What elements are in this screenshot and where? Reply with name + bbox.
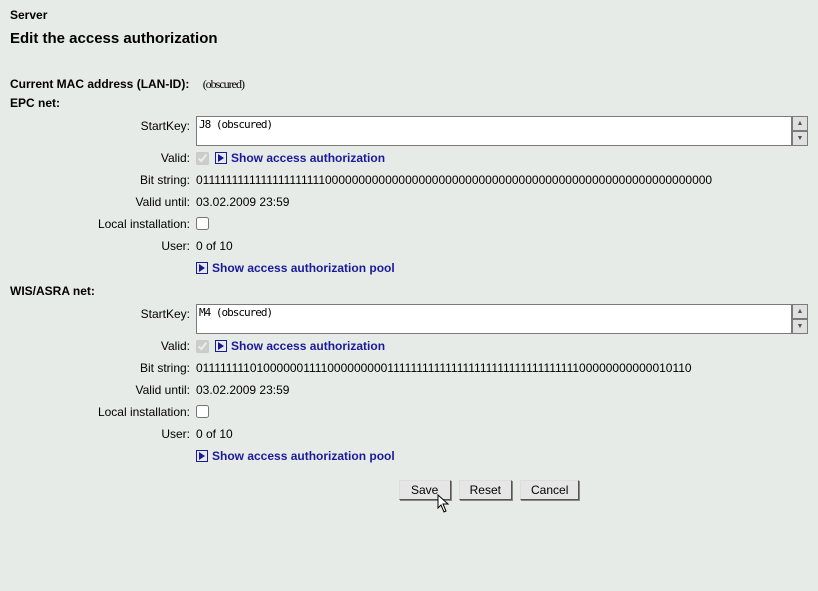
label-startkey-epc: StartKey: xyxy=(10,116,196,133)
epc-user: 0 of 10 xyxy=(196,236,808,253)
link-show-auth-wis[interactable]: Show access authorization xyxy=(215,339,385,353)
play-icon xyxy=(196,262,208,274)
wis-startkey-input[interactable] xyxy=(196,304,792,334)
label-validuntil-epc: Valid until: xyxy=(10,192,196,209)
page-title: Edit the access authorization xyxy=(10,30,808,47)
epc-localinstall-checkbox[interactable] xyxy=(196,217,209,230)
wis-valid-until: 03.02.2009 23:59 xyxy=(196,380,808,397)
play-icon xyxy=(196,450,208,462)
label-user-wis: User: xyxy=(10,424,196,441)
mac-line: Current MAC address (LAN-ID): (obscured) xyxy=(10,77,808,92)
epc-valid-until: 03.02.2009 23:59 xyxy=(196,192,808,209)
wis-startkey-spin[interactable]: ▲ ▼ xyxy=(792,304,808,334)
save-button[interactable]: Save xyxy=(399,480,451,500)
wis-valid-checkbox xyxy=(196,340,209,353)
label-user-epc: User: xyxy=(10,236,196,253)
link-show-pool-epc[interactable]: Show access authorization pool xyxy=(196,261,395,275)
label-startkey-wis: StartKey: xyxy=(10,304,196,321)
label-localinstall-epc: Local installation: xyxy=(10,214,196,231)
section-wis-head: WIS/ASRA net: xyxy=(10,284,808,298)
wis-bitstring: 0111111110100000011110000000001111111111… xyxy=(196,358,808,375)
link-show-pool-wis[interactable]: Show access authorization pool xyxy=(196,449,395,463)
epc-bitstring: 0111111111111111111111000000000000000000… xyxy=(196,170,808,187)
label-valid-wis: Valid: xyxy=(10,336,196,353)
spin-up-icon[interactable]: ▲ xyxy=(792,304,808,319)
link-show-auth-epc[interactable]: Show access authorization xyxy=(215,151,385,165)
spin-up-icon[interactable]: ▲ xyxy=(792,116,808,131)
wis-localinstall-checkbox[interactable] xyxy=(196,405,209,418)
header-server: Server xyxy=(10,8,808,22)
label-validuntil-wis: Valid until: xyxy=(10,380,196,397)
section-epc-head: EPC net: xyxy=(10,96,808,110)
play-icon xyxy=(215,152,227,164)
label-valid-epc: Valid: xyxy=(10,148,196,165)
spin-down-icon[interactable]: ▼ xyxy=(792,131,808,146)
label-bitstring-epc: Bit string: xyxy=(10,170,196,187)
play-icon xyxy=(215,340,227,352)
cancel-button[interactable]: Cancel xyxy=(520,480,579,500)
mac-value: (obscured) xyxy=(203,77,244,91)
wis-user: 0 of 10 xyxy=(196,424,808,441)
epc-valid-checkbox xyxy=(196,152,209,165)
mac-label: Current MAC address (LAN-ID): xyxy=(10,77,189,91)
label-bitstring-wis: Bit string: xyxy=(10,358,196,375)
epc-startkey-spin[interactable]: ▲ ▼ xyxy=(792,116,808,146)
reset-button[interactable]: Reset xyxy=(459,480,512,500)
label-localinstall-wis: Local installation: xyxy=(10,402,196,419)
epc-startkey-input[interactable] xyxy=(196,116,792,146)
spin-down-icon[interactable]: ▼ xyxy=(792,319,808,334)
